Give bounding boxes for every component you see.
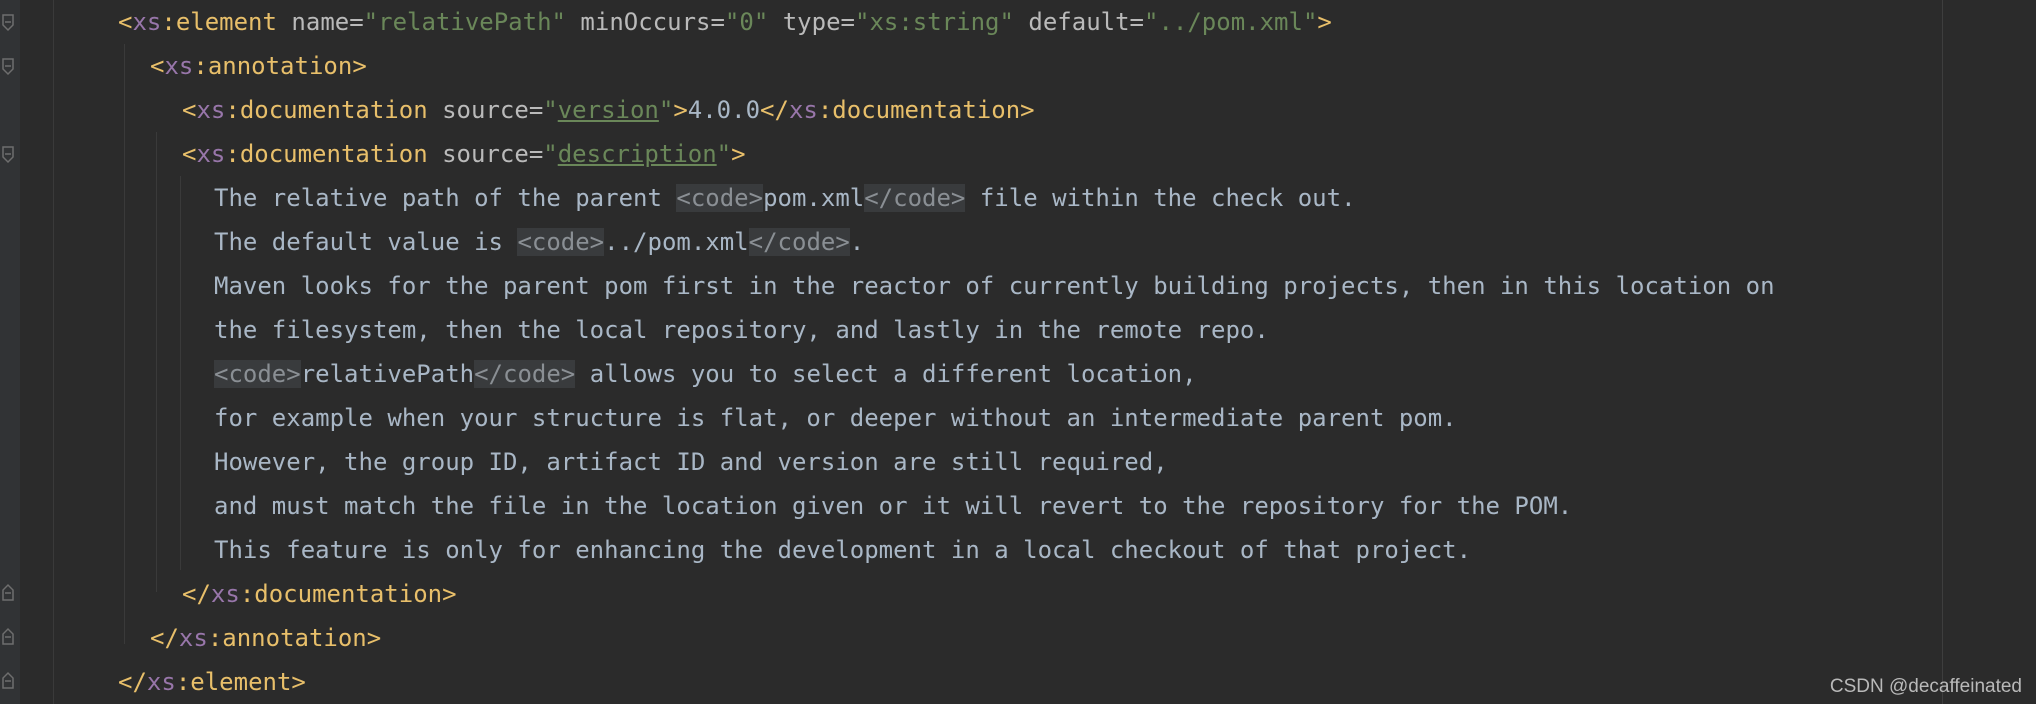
text-content: the filesystem, then the local repositor…	[214, 316, 1269, 344]
code-line-doc-description-open: <xs:documentation source="description">	[182, 140, 746, 168]
tag-bracket: <	[182, 140, 197, 168]
code-line-element-close: </xs:element>	[118, 660, 306, 704]
code-line-description-3: Maven looks for the parent pom first in …	[214, 264, 1775, 308]
attribute-name: source	[442, 140, 529, 168]
code-line-description-4: the filesystem, then the local repositor…	[214, 308, 1269, 352]
text-content: relativePath	[300, 360, 475, 388]
attribute-name: default	[1028, 8, 1130, 36]
tag-namespace: xs	[178, 624, 208, 652]
tag-bracket: >	[442, 580, 457, 608]
text-content: Maven looks for the parent pom first in …	[214, 272, 1775, 300]
tag-colon: :	[239, 580, 255, 608]
attribute-value: relativePath	[378, 8, 552, 36]
text-content: The relative path of the parent	[214, 184, 677, 212]
text-content: allows you to select a different locatio…	[575, 360, 1197, 388]
text-content: and must match the file in the location …	[214, 492, 1573, 520]
attribute-value-link[interactable]: description	[558, 140, 717, 168]
tag-name: documentation	[254, 580, 443, 608]
tag-namespace: xs	[146, 668, 176, 696]
code-line-description-1: The relative path of the parent <code>po…	[214, 176, 1356, 220]
code-editor[interactable]: <xs:element name="relativePath" minOccur…	[0, 0, 2036, 704]
code-line-description-6: for example when your structure is flat,…	[214, 396, 1457, 440]
tag-name: element	[190, 668, 292, 696]
text-content: However, the group ID, artifact ID and v…	[214, 448, 1168, 476]
inline-code-tag: </code>	[748, 228, 850, 256]
text-content: for example when your structure is flat,…	[214, 404, 1457, 432]
tag-bracket: <	[150, 52, 165, 80]
tag-colon: :	[817, 96, 833, 124]
tag-name: documentation	[239, 140, 428, 168]
text-content: .	[849, 228, 865, 256]
tag-bracket: </	[182, 580, 211, 608]
text-content: This feature is only for enhancing the d…	[214, 536, 1472, 564]
attribute-name: minOccurs	[580, 8, 711, 36]
inline-code-tag: </code>	[474, 360, 576, 388]
attribute-name: name	[291, 8, 350, 36]
tag-namespace: xs	[132, 8, 162, 36]
tag-namespace: xs	[196, 140, 226, 168]
tag-bracket: >	[352, 52, 367, 80]
tag-name: annotation	[222, 624, 367, 652]
tag-bracket: >	[673, 96, 688, 124]
text-content: ../pom.xml	[604, 228, 749, 256]
code-line-doc-version: <xs:documentation source="version">4.0.0…	[182, 96, 1035, 124]
attribute-value: ../pom.xml	[1158, 8, 1303, 36]
tag-bracket: >	[366, 624, 382, 652]
code-line-annotation-close: </xs:annotation>	[150, 616, 381, 660]
attribute-value-link[interactable]: version	[558, 96, 659, 124]
attribute-name: source	[442, 96, 529, 124]
tag-colon: :	[225, 140, 240, 168]
code-area[interactable]: <xs:element name="relativePath" minOccur…	[0, 0, 2036, 704]
tag-bracket: >	[291, 668, 306, 696]
tag-namespace: xs	[196, 96, 226, 124]
text-content: 4.0.0	[687, 96, 761, 124]
inline-code-tag: <code>	[517, 228, 605, 256]
code-line-doc-close: </xs:documentation>	[182, 572, 457, 616]
code-line-description-9: This feature is only for enhancing the d…	[214, 528, 1471, 572]
tag-name: element	[175, 8, 277, 36]
tag-colon: :	[207, 624, 223, 652]
code-line-annotation-open: <xs:annotation>	[150, 44, 367, 88]
tag-bracket: </	[760, 96, 789, 124]
tag-namespace: xs	[210, 580, 240, 608]
attribute-value: 0	[739, 8, 754, 36]
tag-bracket: >	[1317, 8, 1332, 36]
attribute-value: xs:string	[869, 8, 1000, 36]
code-line-description-2: The default value is <code>../pom.xml</c…	[214, 220, 864, 264]
tag-namespace: xs	[164, 52, 194, 80]
tag-name: documentation	[832, 96, 1021, 124]
text-content: pom.xml	[763, 184, 865, 212]
code-line-element-open: <xs:element name="relativePath" minOccur…	[118, 8, 1332, 36]
tag-colon: :	[193, 52, 208, 80]
tag-colon: :	[175, 668, 191, 696]
tag-name: annotation	[207, 52, 353, 80]
tag-bracket: </	[118, 668, 147, 696]
code-line-description-7: However, the group ID, artifact ID and v…	[214, 440, 1168, 484]
watermark: CSDN @decaffeinated	[1829, 676, 2022, 697]
tag-bracket: >	[731, 140, 746, 168]
tag-bracket: <	[118, 8, 133, 36]
tag-bracket: >	[1020, 96, 1035, 124]
code-line-description-8: and must match the file in the location …	[214, 484, 1572, 528]
tag-colon: :	[225, 96, 240, 124]
inline-code-tag: </code>	[864, 184, 966, 212]
tag-namespace: xs	[788, 96, 818, 124]
inline-code-tag: <code>	[676, 184, 764, 212]
tag-bracket: </	[150, 624, 179, 652]
tag-bracket: <	[182, 96, 197, 124]
inline-code-tag: <code>	[214, 360, 301, 388]
code-line-description-5: <code>relativePath</code> allows you to …	[214, 352, 1197, 396]
attribute-name: type	[782, 8, 841, 36]
tag-name: documentation	[239, 96, 428, 124]
text-content: The default value is	[214, 228, 518, 256]
text-content: file within the check out.	[965, 184, 1356, 212]
tag-colon: :	[161, 8, 176, 36]
